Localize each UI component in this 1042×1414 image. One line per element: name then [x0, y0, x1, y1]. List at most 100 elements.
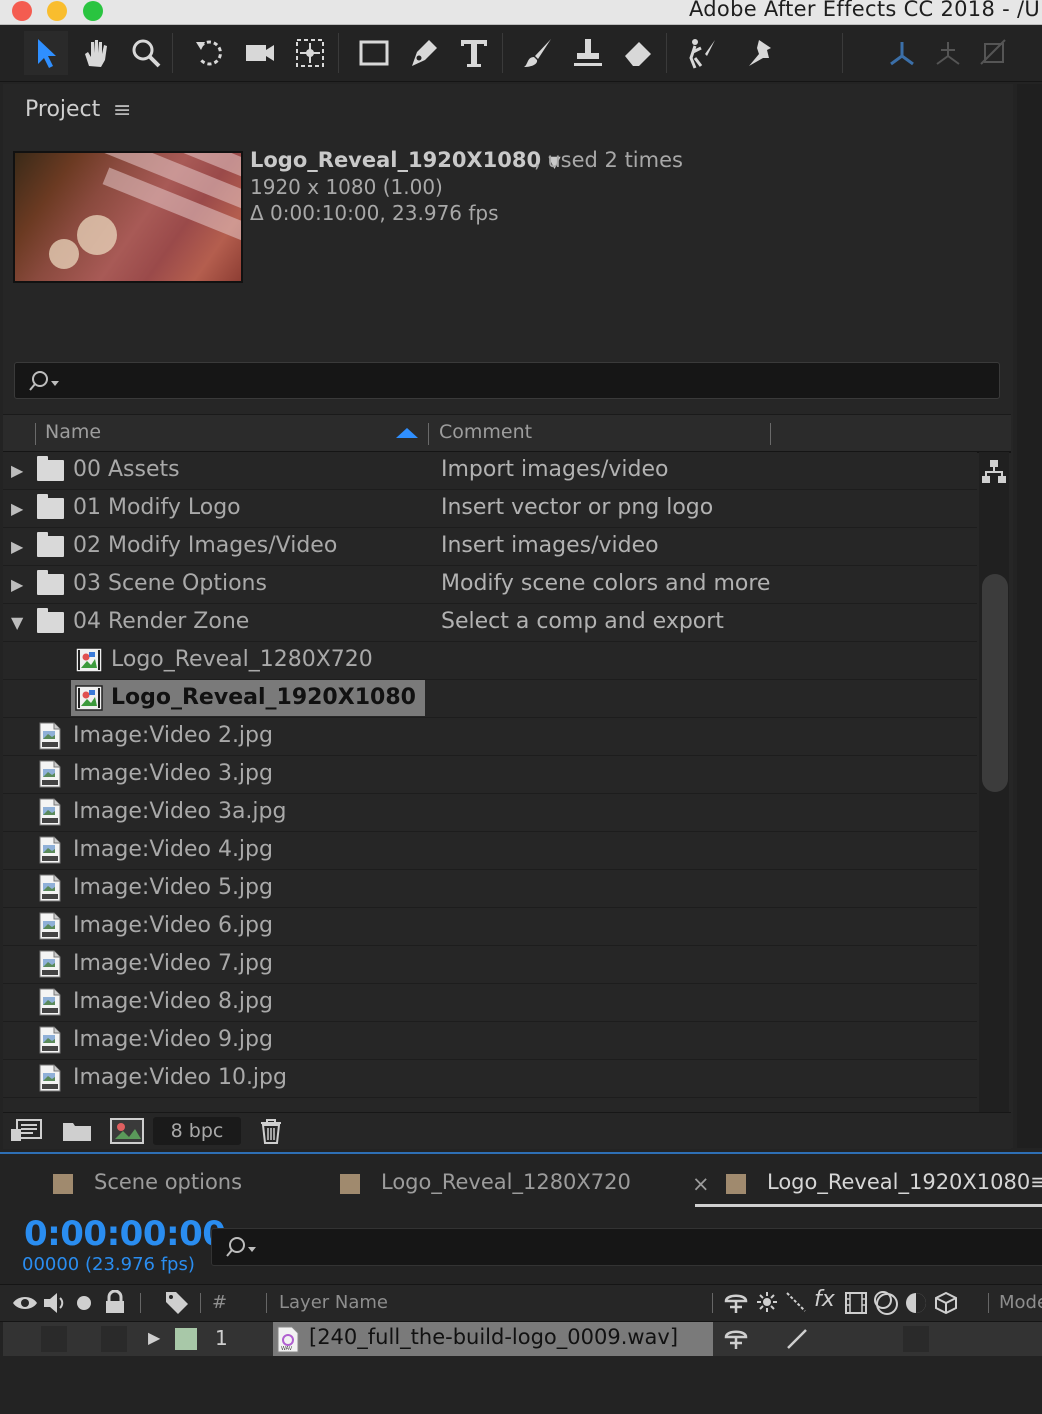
panel-menu-icon[interactable]: ≡	[113, 98, 131, 123]
shy-icon[interactable]	[724, 1291, 748, 1315]
footage-row[interactable]: Image:Video 3.jpg	[3, 756, 977, 794]
composition-row[interactable]: Logo_Reveal_1920X1080	[3, 680, 977, 718]
layer-shy-switch-icon[interactable]	[724, 1327, 748, 1351]
jpeg-file-icon	[39, 836, 61, 864]
expand-triangle-icon[interactable]: ▶	[11, 537, 23, 556]
roto-brush-tool-button[interactable]	[680, 31, 724, 75]
pan-behind-tool-button[interactable]	[288, 31, 332, 75]
close-window-button[interactable]	[12, 1, 32, 21]
comment-column-header[interactable]: Comment	[439, 421, 532, 443]
tab-scene-options[interactable]: Scene options	[94, 1170, 242, 1194]
type-tool-button[interactable]	[452, 31, 496, 75]
footage-row[interactable]: Image:Video 8.jpg	[3, 984, 977, 1022]
puppet-pin-tool-button[interactable]	[740, 31, 784, 75]
motion-blur-icon[interactable]	[873, 1290, 899, 1316]
tab-logo-reveal-1920[interactable]: Logo_Reveal_1920X1080	[767, 1170, 1030, 1194]
item-comment[interactable]: Import images/video	[441, 457, 669, 482]
minimize-window-button[interactable]	[47, 1, 67, 21]
label-tag-icon[interactable]	[164, 1290, 190, 1316]
project-search-input[interactable]	[14, 362, 1000, 399]
clone-stamp-tool-button[interactable]	[566, 31, 610, 75]
selection-tool-button[interactable]	[24, 31, 68, 75]
footage-row[interactable]: Image:Video 4.jpg	[3, 832, 977, 870]
eraser-tool-button[interactable]	[616, 31, 660, 75]
world-axis-mode-button[interactable]	[926, 31, 970, 75]
item-comment[interactable]: Insert images/video	[441, 533, 659, 558]
item-comment[interactable]: Select a comp and export	[441, 609, 724, 634]
footage-row[interactable]: Image:Video 2.jpg	[3, 718, 977, 756]
new-composition-icon[interactable]	[109, 1117, 145, 1145]
rectangle-tool-button[interactable]	[352, 31, 396, 75]
trash-icon[interactable]	[257, 1117, 285, 1145]
local-axis-icon	[890, 42, 914, 66]
layer-name-header[interactable]: Layer Name	[279, 1292, 388, 1313]
local-axis-mode-button[interactable]	[880, 31, 924, 75]
flowchart-icon[interactable]	[981, 459, 1007, 485]
view-axis-mode-button[interactable]	[972, 31, 1016, 75]
layer-quality-switch-icon[interactable]	[785, 1327, 809, 1351]
effects-fx-icon[interactable]: fx	[814, 1287, 835, 1312]
footage-row[interactable]: Image:Video 6.jpg	[3, 908, 977, 946]
adjustment-layer-icon[interactable]	[904, 1291, 928, 1315]
collapse-transform-icon[interactable]	[756, 1291, 778, 1313]
zoom-tool-button[interactable]	[124, 31, 168, 75]
bit-depth-button[interactable]: 8 bpc	[153, 1117, 241, 1145]
project-scrollbar-thumb[interactable]	[982, 574, 1008, 792]
item-name: Image:Video 10.jpg	[73, 1065, 287, 1090]
footage-row[interactable]: Image:Video 5.jpg	[3, 870, 977, 908]
item-comment[interactable]: Insert vector or png logo	[441, 495, 713, 520]
mode-column-header[interactable]: Mode	[999, 1292, 1042, 1313]
timeline-layer-row[interactable]: ▶ 1 WAV [240_full_the-build-logo_0009.wa…	[3, 1322, 1042, 1356]
expand-layer-triangle-icon[interactable]: ▶	[148, 1328, 160, 1347]
solo-icon[interactable]	[76, 1295, 92, 1311]
layer-visibility-toggle[interactable]	[41, 1326, 67, 1352]
folder-row[interactable]: ▼ 04 Render Zone Select a comp and export	[3, 604, 977, 642]
quality-icon[interactable]	[785, 1291, 807, 1313]
logo-reveal-1280-tab-swatch	[340, 1174, 360, 1194]
speaker-icon[interactable]	[42, 1292, 68, 1314]
hand-tool-button[interactable]	[74, 31, 118, 75]
composition-row[interactable]: Logo_Reveal_1280X720	[3, 642, 977, 680]
selected-item-duration: Δ 0:00:10:00, 23.976 fps	[250, 201, 499, 225]
timeline-panel-menu-icon[interactable]: ≡	[1030, 1170, 1042, 1194]
folder-row[interactable]: ▶ 03 Scene Options Modify scene colors and…	[3, 566, 977, 604]
eye-icon[interactable]	[12, 1293, 38, 1313]
selected-item-name[interactable]: Logo_Reveal_1920X1080 ▼	[250, 148, 561, 172]
close-tab-icon[interactable]: ×	[692, 1172, 710, 1196]
sort-ascending-icon[interactable]	[395, 427, 419, 439]
current-time-display[interactable]: 0:00:00:00	[24, 1214, 226, 1254]
camera-tool-button[interactable]	[238, 31, 282, 75]
collapse-triangle-icon[interactable]: ▼	[11, 613, 23, 632]
name-column-header[interactable]: Name	[45, 421, 101, 443]
expand-triangle-icon[interactable]: ▶	[11, 575, 23, 594]
folder-row[interactable]: ▶ 00 Assets Import images/video	[3, 452, 977, 490]
item-comment[interactable]: Modify scene colors and more	[441, 571, 770, 596]
expand-triangle-icon[interactable]: ▶	[11, 461, 23, 480]
timeline-search-input[interactable]	[211, 1228, 1042, 1266]
footage-row[interactable]: Image:Video 9.jpg	[3, 1022, 977, 1060]
lock-icon[interactable]	[104, 1290, 126, 1314]
magnifier-icon	[132, 39, 161, 68]
expand-triangle-icon[interactable]: ▶	[11, 499, 23, 518]
footage-row[interactable]: Image:Video 7.jpg	[3, 946, 977, 984]
rotate-tool-button[interactable]	[188, 31, 232, 75]
item-name: Image:Video 3.jpg	[73, 761, 273, 786]
interpret-footage-icon[interactable]	[9, 1117, 43, 1145]
new-folder-icon[interactable]	[61, 1117, 93, 1145]
3d-layer-icon[interactable]	[934, 1291, 958, 1315]
folder-row[interactable]: ▶ 01 Modify Logo Insert vector or png logo	[3, 490, 977, 528]
folder-row[interactable]: ▶ 02 Modify Images/Video Insert images/vid…	[3, 528, 977, 566]
layer-3d-switch[interactable]	[903, 1326, 929, 1352]
brush-tool-button[interactable]	[516, 31, 560, 75]
frame-blending-icon[interactable]	[844, 1291, 868, 1315]
footage-row[interactable]: Image:Video 10.jpg	[3, 1060, 977, 1098]
layer-number-header: #	[212, 1292, 228, 1313]
footage-row[interactable]: Image:Video 3a.jpg	[3, 794, 977, 832]
layer-lock-toggle[interactable]	[101, 1326, 127, 1352]
pen-tool-button[interactable]	[402, 31, 446, 75]
project-tab[interactable]: Project	[25, 97, 100, 122]
zoom-window-button[interactable]	[83, 1, 103, 21]
layer-label-color[interactable]	[175, 1328, 197, 1350]
tab-logo-reveal-1280[interactable]: Logo_Reveal_1280X720	[381, 1170, 631, 1194]
layer-name-cell[interactable]: WAV [240_full_the-build-logo_0009.wav]	[273, 1322, 713, 1356]
